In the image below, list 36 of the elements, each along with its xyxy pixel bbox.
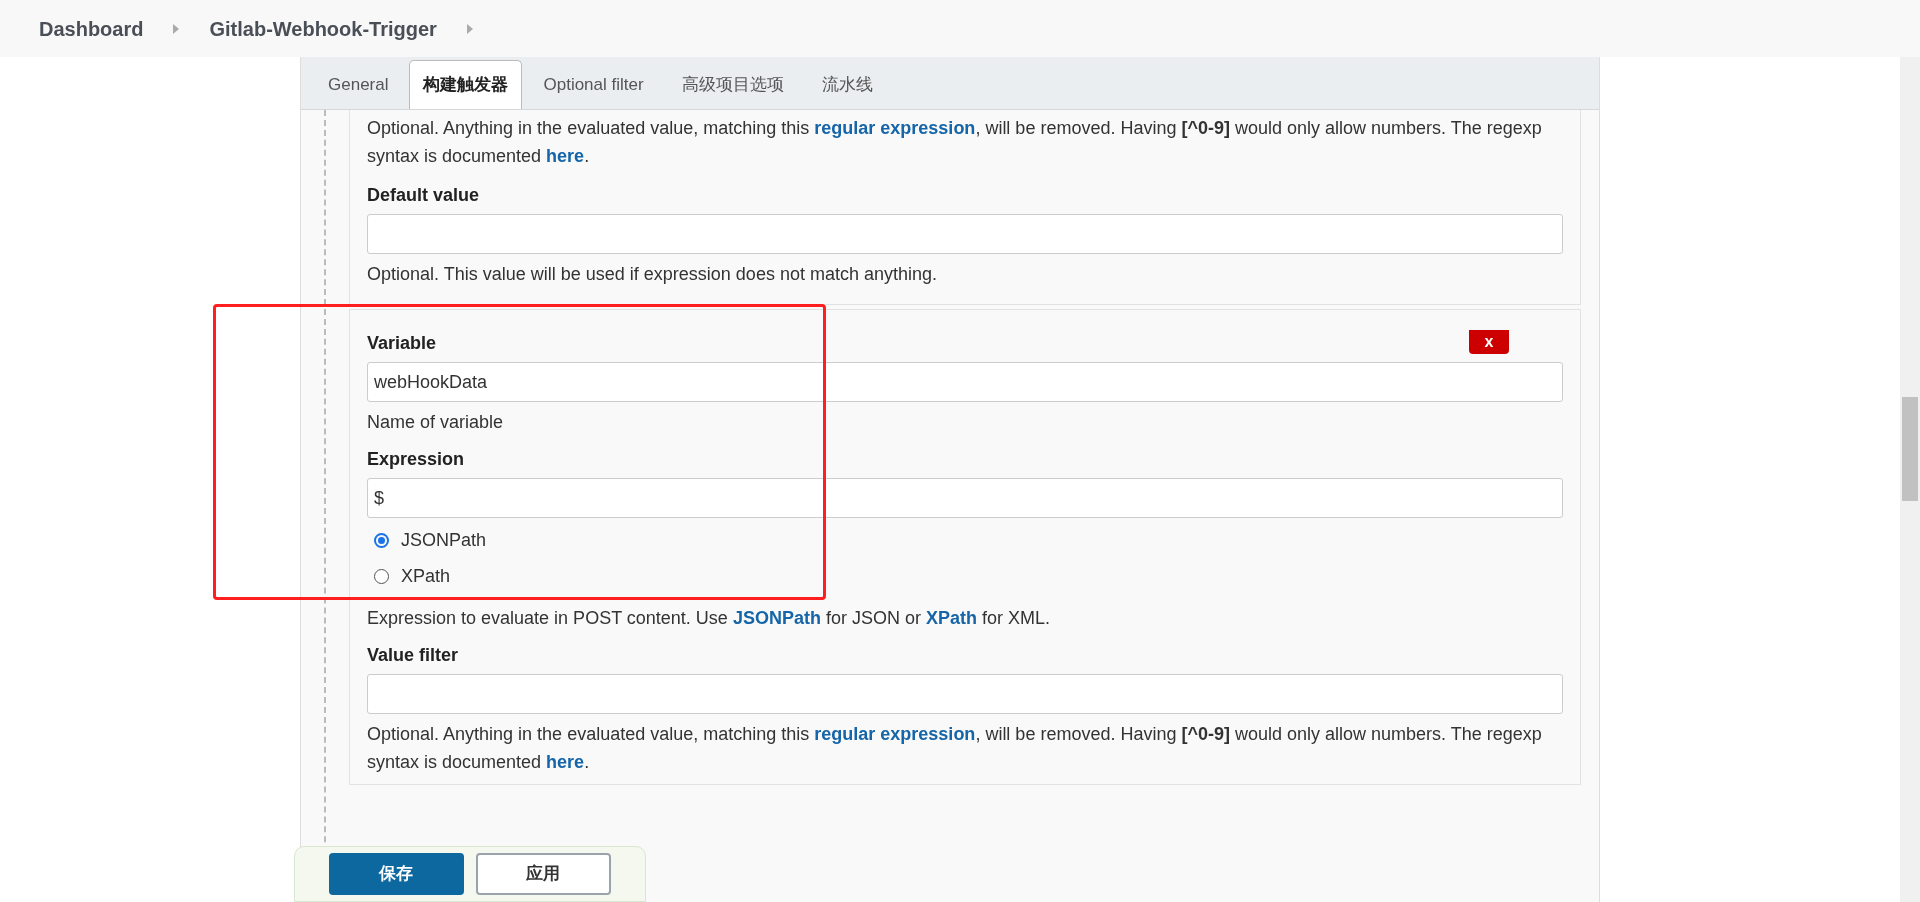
scrollbar-thumb[interactable] [1902,397,1918,501]
field-label: Value filter [367,645,459,665]
chevron-icon [173,23,180,34]
help-link[interactable]: here [546,146,585,166]
apply-button[interactable]: 应用 [475,853,611,895]
tab[interactable]: 构建触发器 [409,60,523,109]
tab[interactable]: 高级项目选项 [664,60,801,109]
tab[interactable]: General [311,60,406,109]
help-link[interactable]: JSONPath [732,608,821,628]
tab[interactable]: 流水线 [804,60,890,109]
help-text: Optional. Anything in the evaluated value, matching this regular expression, will be removed. Having [^0-9] would only allow numbers. The regexp syntax is documented here. [367,117,1543,168]
radio-button[interactable] [374,532,389,548]
help-link[interactable]: XPath [925,608,977,628]
text-field[interactable]: webHookData [367,362,1563,402]
radio-label: JSONPath [401,529,487,552]
chevron-icon [466,23,473,34]
help-text: Optional. Anything in the evaluated value, matching this regular expression, will be removed. Having [^0-9] would only allow numbers. The regexp syntax is documented here. [367,723,1543,774]
tab[interactable]: Optional filter [526,60,661,109]
help-link[interactable]: here [546,752,585,772]
help-link[interactable]: regular expression [814,118,976,138]
delete-button[interactable]: x [1469,330,1509,354]
radio-button[interactable] [374,568,389,584]
breadcrumb-link[interactable]: Dashboard [39,13,144,44]
breadcrumb-link[interactable]: Gitlab-Webhook-Trigger [209,13,437,44]
text-field[interactable] [367,674,1563,714]
text-field[interactable] [367,214,1563,254]
help-link[interactable]: regular expression [814,724,976,744]
radio-label: XPath [401,565,451,588]
help-text: Expression to evaluate in POST content. Use JSONPath for JSON or XPath for XML. [367,607,1051,630]
field-label: Default value [367,185,480,205]
field-label: Variable [367,333,437,353]
help-text: Optional. This value will be used if expression does not match anything. [367,263,938,286]
text-field[interactable]: $ [367,478,1563,518]
save-button[interactable]: 保存 [329,853,464,895]
help-text: Name of variable [367,411,505,434]
field-label: Expression [367,449,465,469]
